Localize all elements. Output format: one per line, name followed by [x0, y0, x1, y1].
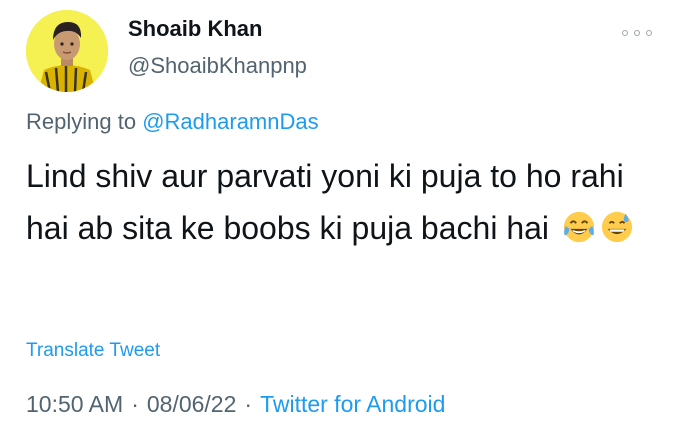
more-options-icon[interactable] [622, 24, 652, 42]
author-handle[interactable]: @ShoaibKhanpnp [128, 53, 307, 79]
avatar[interactable] [26, 10, 108, 92]
replying-to-mention[interactable]: @RadharamnDas [142, 109, 318, 134]
author-name[interactable]: Shoaib Khan [128, 16, 262, 42]
more-dot [634, 30, 640, 36]
replying-to-line: Replying to @RadharamnDas [26, 109, 319, 135]
grinning-face-with-sweat-icon [601, 211, 633, 243]
tweet-source-link[interactable]: Twitter for Android [260, 391, 445, 417]
tweet-meta: 10:50 AM · 08/06/22 · Twitter for Android [26, 391, 445, 418]
tweet-time[interactable]: 10:50 AM [26, 391, 123, 417]
translate-tweet-link[interactable]: Translate Tweet [26, 340, 160, 362]
meta-separator: · [131, 391, 139, 417]
more-dot [646, 30, 652, 36]
more-dot [622, 30, 628, 36]
meta-separator: · [244, 391, 253, 417]
tweet-body: Lind shiv aur parvati yoni ki puja to ho… [26, 158, 624, 246]
tweet-date[interactable]: 08/06/22 [147, 391, 237, 417]
avatar-image [26, 10, 108, 92]
replying-prefix: Replying to [26, 109, 137, 134]
tweet-text: Lind shiv aur parvati yoni ki puja to ho… [26, 150, 656, 254]
face-with-tears-of-joy-icon [563, 211, 595, 243]
